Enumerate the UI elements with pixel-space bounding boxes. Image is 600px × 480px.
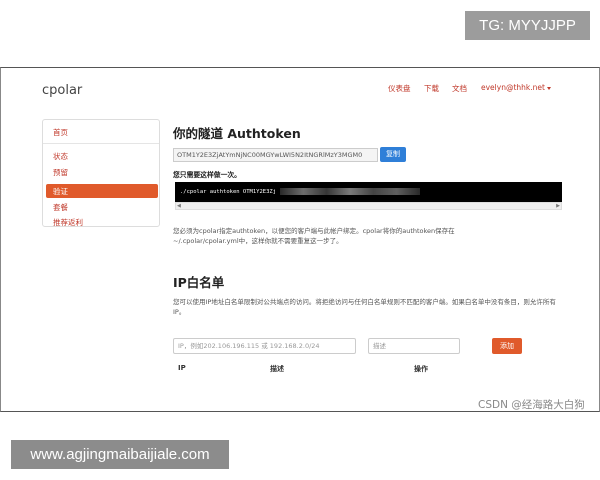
tg-label-badge: TG: MYYJJPP [465,11,590,40]
add-button[interactable]: 添加 [492,338,522,354]
sidebar-item-home[interactable]: 首页 [53,127,68,138]
scroll-left-icon[interactable]: ◀ [177,203,181,209]
command-text: ./cpolar authtoken OTM1Y2E3Zj [180,189,277,195]
ip-input[interactable]: IP，例如202.106.196.115 或 192.168.2.0/24 [173,338,356,354]
sidebar-item-reserve[interactable]: 预留 [53,167,68,178]
sidebar-item-label: 验证 [53,187,68,196]
browser-frame: cpolar 仪表盘 下载 文档 evelyn@thhk.net 首页 状态 预… [0,67,600,412]
ip-whitelist-title: IP白名单 [173,275,225,290]
column-header-actions: 操作 [414,365,428,373]
sidebar-item-referral[interactable]: 推荐返利 [53,217,83,228]
authtoken-title: 你的隧道 Authtoken [173,126,301,141]
ip-whitelist-description: 您可以使用IP地址白名单限制对公共端点的访问。将拒绝访问与任何白名单规则不匹配的… [173,298,556,316]
horizontal-scrollbar[interactable]: ◀ ▶ [175,202,562,210]
redacted-token [280,188,421,195]
csdn-watermark: CSDN @经海路大白狗 [478,399,585,411]
instruction-note: 您只需要这样做一次。 [173,171,241,179]
command-terminal[interactable]: ./cpolar authtoken OTM1Y2E3Zj [175,182,562,202]
url-label-badge: www.agjingmaibaijiale.com [11,440,229,469]
sidebar-divider [43,143,159,144]
authtoken-field[interactable]: OTM1Y2E3ZjAtYmNjNC00MGYwLWI5N2ItNGRlMzY3… [173,148,378,162]
authtoken-description: 您必须为cpolar指定authtoken，以便您的客户端与此帐户绑定。cpol… [173,227,455,245]
sidebar-item-status[interactable]: 状态 [53,151,68,162]
sidebar: 首页 状态 预留 验证 套餐 推荐返利 [42,119,160,227]
column-header-description: 描述 [270,365,284,373]
sidebar-item-plans[interactable]: 套餐 [53,202,68,213]
copy-button[interactable]: 复制 [380,147,406,162]
description-input[interactable]: 描述 [368,338,460,354]
scroll-right-icon[interactable]: ▶ [556,203,560,209]
sidebar-item-auth[interactable]: 验证 [46,184,158,198]
main-content: 你的隧道 Authtoken OTM1Y2E3ZjAtYmNjNC00MGYwL… [173,68,573,411]
cpolar-logo[interactable]: cpolar [42,83,82,98]
column-header-ip: IP [178,364,186,372]
